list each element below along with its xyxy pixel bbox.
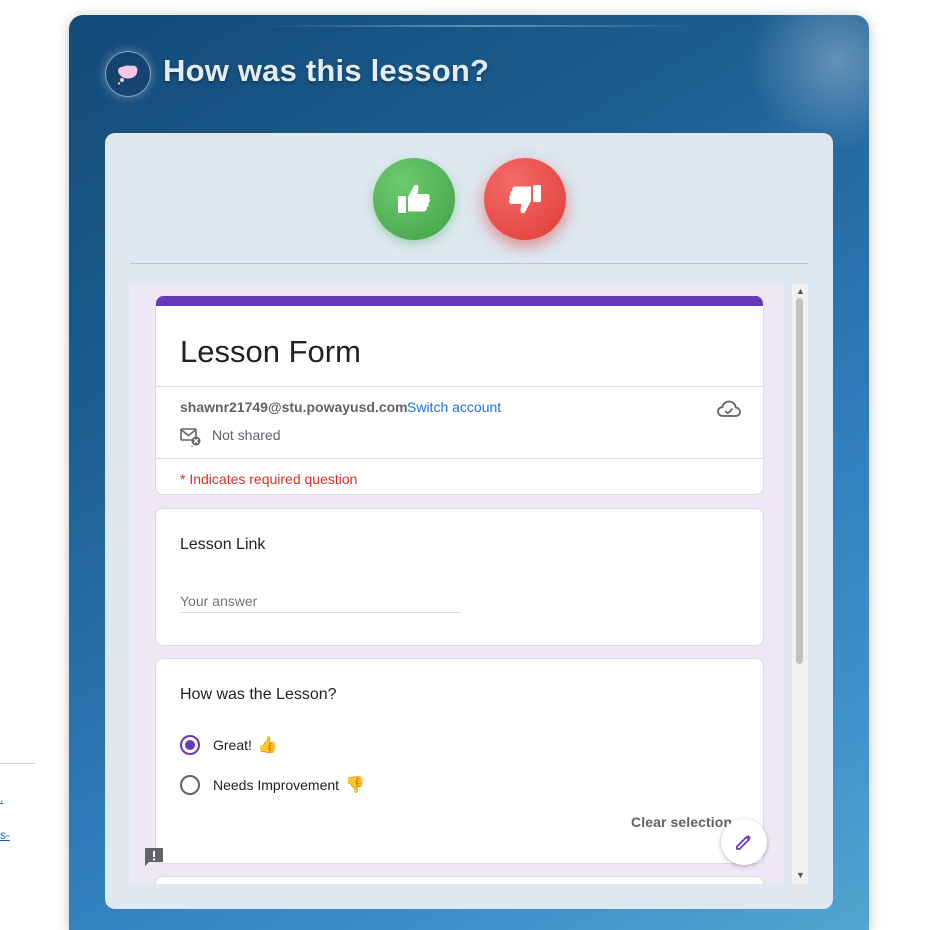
scroll-up-arrow-icon[interactable]: ▲ — [796, 286, 805, 296]
thought-bubble-icon — [105, 51, 151, 97]
panel-divider — [130, 263, 808, 264]
thumbs-down-emoji-icon: 👎 — [345, 777, 365, 794]
modal-highlight — [259, 25, 699, 27]
header-divider — [156, 386, 763, 387]
form-accent-bar — [156, 296, 763, 306]
thumbs-up-icon — [398, 184, 430, 213]
modal-title: How was this lesson? — [163, 53, 490, 88]
page-link-fragment[interactable]: . — [0, 791, 3, 805]
question-card-lesson-rating: How was the Lesson? Great! 👍 Needs Impro… — [155, 658, 764, 864]
option-label: Great! — [213, 737, 252, 753]
cloud-saved-icon — [717, 400, 741, 423]
option-label: Needs Improvement — [213, 777, 340, 793]
form-header-card: Lesson Form shawnr21749@stu.powayusd.com… — [155, 296, 764, 495]
page-link-fragment[interactable]: s- — [0, 828, 10, 842]
question-title: Lesson Link — [180, 536, 266, 553]
account-email: shawnr21749@stu.powayusd.com — [180, 399, 408, 415]
feedback-modal: How was this lesson? Lesson Form shawnr2… — [69, 15, 869, 930]
sharing-status: Not shared — [212, 427, 281, 443]
required-question-note: * Indicates required question — [180, 471, 358, 487]
thumbs-down-button[interactable] — [484, 158, 566, 240]
radio-button[interactable] — [180, 775, 200, 795]
form-title: Lesson Form — [180, 334, 361, 369]
scrollbar-thumb[interactable] — [796, 298, 803, 664]
header-divider — [156, 458, 763, 459]
page-divider — [0, 763, 35, 764]
feedback-panel: Lesson Form shawnr21749@stu.powayusd.com… — [105, 133, 833, 909]
radio-option-great[interactable]: Great! 👍 — [180, 735, 278, 755]
edit-button[interactable] — [721, 819, 767, 865]
question-card-lesson-link: Lesson Link — [155, 508, 764, 646]
clear-selection-button[interactable]: Clear selection — [631, 814, 732, 830]
embedded-google-form: Lesson Form shawnr21749@stu.powayusd.com… — [129, 284, 784, 884]
report-issue-icon[interactable] — [143, 846, 165, 873]
question-title: How was the Lesson? — [180, 686, 337, 703]
thumbs-up-button[interactable] — [373, 158, 455, 240]
form-scrollbar[interactable]: ▲ ▼ — [792, 284, 808, 884]
pencil-icon — [736, 835, 751, 850]
switch-account-link[interactable]: Switch account — [407, 399, 501, 415]
radio-button-selected[interactable] — [180, 735, 200, 755]
radio-option-needs-improvement[interactable]: Needs Improvement 👎 — [180, 775, 365, 795]
thumbs-down-icon — [509, 185, 541, 214]
scroll-down-arrow-icon[interactable]: ▼ — [796, 870, 805, 880]
not-shared-mail-icon — [180, 427, 202, 452]
thumbs-up-emoji-icon: 👍 — [257, 737, 278, 754]
lesson-link-input[interactable] — [180, 589, 461, 613]
question-card-next — [155, 876, 764, 884]
